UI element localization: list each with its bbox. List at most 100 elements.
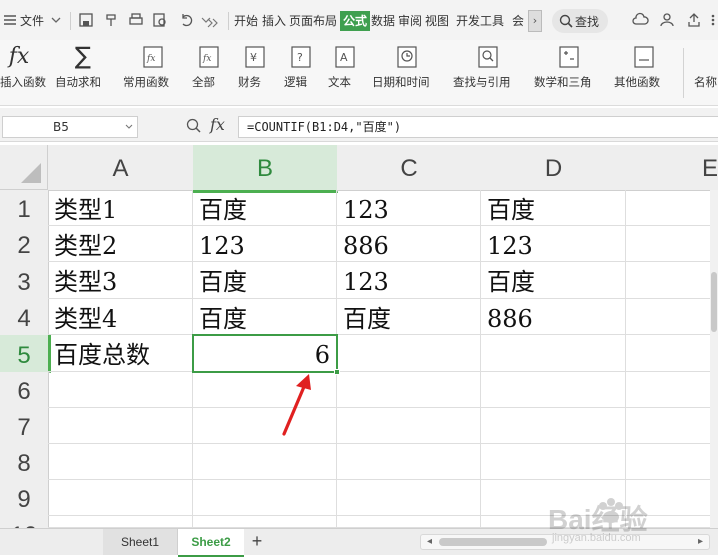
sheet-nav[interactable] <box>0 529 100 555</box>
more-dots-icon[interactable] <box>709 12 718 28</box>
row-header-3[interactable]: 3 <box>0 262 49 300</box>
column-header-a[interactable]: A <box>48 145 194 191</box>
date-time-button[interactable]: 日期和时间 <box>371 40 443 106</box>
sheet-tab-sheet2[interactable]: Sheet2 <box>178 529 244 557</box>
cell-c2[interactable]: 886 <box>337 226 481 262</box>
logical-button[interactable]: ? 逻辑 <box>282 40 320 106</box>
vertical-scrollbar[interactable] <box>710 190 718 528</box>
horizontal-scrollbar[interactable]: ◂ ▸ <box>420 534 710 550</box>
row-header-1[interactable]: 1 <box>0 190 49 227</box>
cell-b4[interactable]: 百度 <box>193 299 337 335</box>
cell-e6[interactable] <box>626 372 718 408</box>
cell-d10[interactable] <box>481 516 626 528</box>
print-icon[interactable] <box>128 12 144 28</box>
cell-b8[interactable] <box>193 444 337 480</box>
cell-d1[interactable]: 百度 <box>481 190 626 226</box>
search-box[interactable]: 查找 <box>552 9 608 33</box>
cell-a1[interactable]: 类型1 <box>48 190 193 226</box>
row-header-6[interactable]: 6 <box>0 372 49 409</box>
horizontal-scroll-thumb[interactable] <box>439 538 547 546</box>
cell-d4[interactable]: 886 <box>481 299 626 335</box>
share-icon[interactable] <box>686 12 702 28</box>
scroll-left-icon[interactable]: ◂ <box>427 536 432 547</box>
tab-member[interactable]: 会 <box>512 11 524 31</box>
tab-page-layout[interactable]: 页面布局 <box>289 11 337 31</box>
cell-c5[interactable] <box>337 335 481 372</box>
cell-e8[interactable] <box>626 444 718 480</box>
chevron-down-icon[interactable] <box>48 12 64 28</box>
column-header-e[interactable]: E <box>626 145 718 191</box>
tabs-scroll-right-button[interactable]: › <box>528 10 542 32</box>
cell-c4[interactable]: 百度 <box>337 299 481 335</box>
tab-view[interactable]: 视图 <box>425 11 449 31</box>
zoom-search-icon[interactable] <box>186 118 202 134</box>
cell-c7[interactable] <box>337 408 481 444</box>
math-trig-button[interactable]: 数学和三角 <box>533 40 605 106</box>
fx-label[interactable]: fx <box>210 115 225 134</box>
cell-a9[interactable] <box>48 480 193 516</box>
common-functions-button[interactable]: fx 常用函数 <box>123 40 183 106</box>
cell-d7[interactable] <box>481 408 626 444</box>
tab-review[interactable]: 审阅 <box>398 11 422 31</box>
user-share-icon[interactable] <box>659 12 675 28</box>
cell-e1[interactable] <box>626 190 718 226</box>
select-all-corner[interactable] <box>0 145 48 190</box>
cell-d8[interactable] <box>481 444 626 480</box>
tab-data[interactable]: 数据 <box>371 11 395 31</box>
tab-developer[interactable]: 开发工具 <box>456 11 504 31</box>
cell-b2[interactable]: 123 <box>193 226 337 262</box>
cell-a7[interactable] <box>48 408 193 444</box>
cell-a6[interactable] <box>48 372 193 408</box>
cell-c1[interactable]: 123 <box>337 190 481 226</box>
add-sheet-button[interactable]: + <box>246 529 268 555</box>
cell-a8[interactable] <box>48 444 193 480</box>
cell-e10[interactable] <box>626 516 718 528</box>
autosum-button[interactable]: ∑ 自动求和 <box>54 40 116 106</box>
formula-input[interactable]: =COUNTIF(B1:D4,"百度") <box>238 116 718 138</box>
cell-d3[interactable]: 百度 <box>481 262 626 299</box>
cell-e4[interactable] <box>626 299 718 335</box>
print-preview-icon[interactable] <box>152 12 168 28</box>
cell-c8[interactable] <box>337 444 481 480</box>
cloud-icon[interactable] <box>632 12 649 28</box>
row-header-4[interactable]: 4 <box>0 299 49 336</box>
cell-a5[interactable]: 百度总数 <box>48 335 193 372</box>
cell-c10[interactable] <box>337 516 481 528</box>
name-box[interactable]: B5 <box>2 116 138 138</box>
cell-c3[interactable]: 123 <box>337 262 481 299</box>
tab-insert[interactable]: 插入 <box>262 11 286 31</box>
scroll-right-icon[interactable]: ▸ <box>698 536 703 547</box>
cell-e3[interactable] <box>626 262 718 299</box>
lookup-reference-button[interactable]: 查找与引用 <box>452 40 524 106</box>
sheet-tab-sheet1[interactable]: Sheet1 <box>103 529 178 555</box>
fill-handle[interactable] <box>334 369 340 375</box>
cell-b10[interactable] <box>193 516 337 528</box>
cell-b9[interactable] <box>193 480 337 516</box>
cell-b3[interactable]: 百度 <box>193 262 337 299</box>
row-header-2[interactable]: 2 <box>0 226 49 263</box>
cell-d9[interactable] <box>481 480 626 516</box>
cell-e5[interactable] <box>626 335 718 372</box>
cell-a4[interactable]: 类型4 <box>48 299 193 335</box>
cell-e9[interactable] <box>626 480 718 516</box>
undo-icon[interactable] <box>178 12 194 28</box>
tab-formulas[interactable]: 公式 <box>340 11 371 31</box>
column-header-d[interactable]: D <box>481 145 627 191</box>
chevron-down-icon[interactable] <box>125 123 133 131</box>
insert-function-button[interactable]: fx 插入函数 <box>0 40 48 106</box>
all-functions-button[interactable]: fx 全部 <box>190 40 228 106</box>
cell-d5[interactable] <box>481 335 626 372</box>
menu-icon[interactable] <box>2 12 18 28</box>
row-header-8[interactable]: 8 <box>0 444 49 481</box>
cell-e2[interactable] <box>626 226 718 262</box>
row-header-9[interactable]: 9 <box>0 480 49 517</box>
row-header-7[interactable]: 7 <box>0 408 49 445</box>
cell-a2[interactable]: 类型2 <box>48 226 193 262</box>
cell-c9[interactable] <box>337 480 481 516</box>
cell-a3[interactable]: 类型3 <box>48 262 193 299</box>
cell-d6[interactable] <box>481 372 626 408</box>
column-header-c[interactable]: C <box>337 145 482 191</box>
more-double-chevron-icon[interactable] <box>206 14 222 30</box>
save-icon[interactable] <box>78 12 94 28</box>
other-functions-button[interactable]: 其他函数 <box>613 40 675 106</box>
